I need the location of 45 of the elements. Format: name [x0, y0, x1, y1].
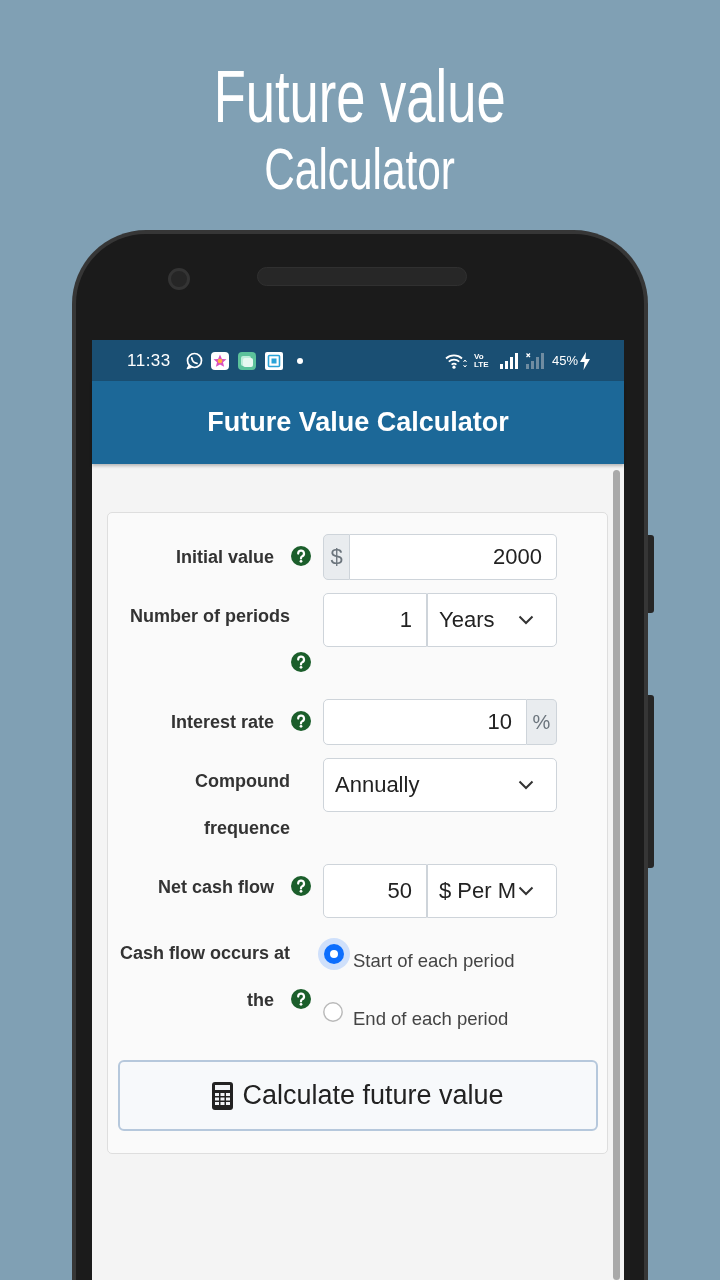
tile-icon: [237, 351, 256, 370]
chat-icon: [184, 351, 203, 370]
scrollbar[interactable]: [613, 470, 620, 1280]
calculate-button[interactable]: Calculate future value: [118, 1060, 598, 1131]
help-icon[interactable]: [291, 546, 311, 566]
wifi-icon: [444, 352, 467, 369]
unit-select[interactable]: Years: [427, 593, 557, 647]
help-icon[interactable]: [291, 711, 311, 731]
unit-select[interactable]: $ Per M: [427, 864, 557, 918]
app-icon: [264, 351, 283, 370]
radio-label[interactable]: Start of each period: [353, 938, 515, 984]
chevron-icon: [518, 615, 534, 625]
chevron-icon: [518, 780, 534, 790]
signal-icon: [499, 352, 518, 369]
dot-icon: [296, 357, 303, 364]
frequency-select[interactable]: Annually: [323, 758, 557, 812]
number-input[interactable]: 10: [323, 699, 527, 745]
no-signal-icon: [525, 352, 544, 369]
field-label: Cash flow occurs at the: [119, 943, 290, 1010]
promo-title: Future value: [213, 57, 507, 137]
radio-label[interactable]: End of each period: [353, 996, 509, 1042]
field-label: Initial value: [175, 547, 274, 567]
number-input[interactable]: 2000: [350, 534, 557, 580]
promo-subtitle: Calculator: [264, 137, 456, 201]
field-label: Compound frequence: [195, 771, 290, 838]
help-icon[interactable]: [291, 876, 311, 896]
app-title: Future Value Calculator: [207, 407, 509, 438]
chevron-icon: [518, 886, 534, 896]
number-input[interactable]: 1: [323, 593, 427, 647]
radio-button[interactable]: [323, 1002, 343, 1022]
currency-prefix: $: [323, 534, 350, 580]
battery-level: 45%: [551, 353, 578, 368]
percent-suffix: %: [527, 699, 557, 745]
field-label: Interest rate: [170, 712, 274, 732]
field-label: Number of periods: [130, 606, 290, 626]
star-icon: [210, 351, 229, 370]
field-label: Net cash flow: [157, 877, 274, 897]
number-input[interactable]: 50: [323, 864, 427, 918]
status-time: 11:33: [127, 350, 171, 371]
calculator-icon: [212, 1081, 234, 1110]
help-icon[interactable]: [291, 652, 311, 672]
front-camera: [168, 268, 190, 290]
network-type: Vo LTE: [473, 352, 490, 369]
radio-button[interactable]: [318, 938, 350, 970]
help-icon[interactable]: [291, 989, 311, 1009]
